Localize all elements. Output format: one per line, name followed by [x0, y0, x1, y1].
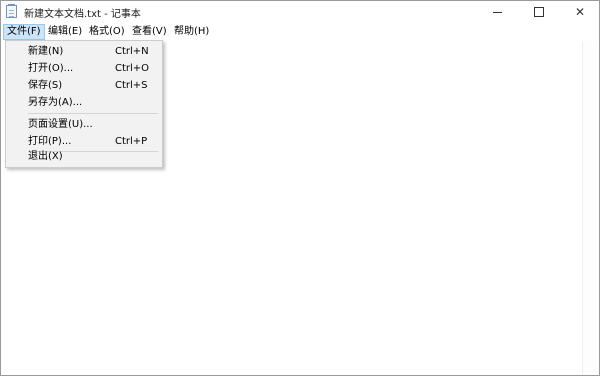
- menu-item-label: 页面设置(U)...: [28, 119, 93, 130]
- menu-item-exit[interactable]: 退出(X): [7, 149, 161, 165]
- minimize-button[interactable]: [480, 1, 514, 23]
- close-button[interactable]: ✕: [563, 1, 597, 23]
- menu-item-save-as[interactable]: 另存为(A)...: [7, 94, 161, 111]
- title-bar[interactable]: 新建文本文档.txt - 记事本 ✕: [1, 1, 599, 23]
- menu-help[interactable]: 帮助(H): [171, 25, 212, 39]
- menu-file[interactable]: 文件(F): [3, 24, 45, 40]
- menu-item-label: 打开(O)...: [28, 63, 74, 74]
- menu-item-label: 保存(S): [28, 80, 63, 91]
- file-menu-dropdown: 新建(N) Ctrl+N 打开(O)... Ctrl+O 保存(S) Ctrl+…: [5, 40, 163, 168]
- menu-item-page-setup[interactable]: 页面设置(U)...: [7, 116, 161, 133]
- menu-item-shortcut: Ctrl+S: [115, 80, 148, 91]
- maximize-button[interactable]: [522, 1, 556, 23]
- menu-item-label: 新建(N): [28, 46, 64, 57]
- notepad-icon: [6, 4, 17, 18]
- menu-item-label: 退出(X): [28, 151, 63, 162]
- menu-edit[interactable]: 编辑(E): [45, 25, 85, 39]
- window-title: 新建文本文档.txt - 记事本: [24, 9, 141, 20]
- menu-item-print[interactable]: 打印(P)... Ctrl+P: [7, 133, 161, 150]
- menu-item-label: 另存为(A)...: [28, 97, 83, 108]
- menu-item-shortcut: Ctrl+N: [115, 46, 149, 57]
- menu-item-shortcut: Ctrl+P: [115, 136, 148, 147]
- menu-view[interactable]: 查看(V): [129, 25, 170, 39]
- menu-item-save[interactable]: 保存(S) Ctrl+S: [7, 77, 161, 94]
- minimize-icon: [492, 11, 502, 13]
- menu-separator: [28, 113, 158, 114]
- menu-format[interactable]: 格式(O): [86, 25, 128, 39]
- maximize-icon: [534, 7, 544, 17]
- menu-item-shortcut: Ctrl+O: [115, 63, 150, 74]
- menu-item-label: 打印(P)...: [28, 136, 72, 147]
- notepad-window: 新建文本文档.txt - 记事本 ✕ 文件(F) 编辑(E) 格式(O) 查看(…: [0, 0, 600, 376]
- menu-item-open[interactable]: 打开(O)... Ctrl+O: [7, 60, 161, 77]
- menu-item-new[interactable]: 新建(N) Ctrl+N: [7, 43, 161, 60]
- vertical-scrollbar[interactable]: [582, 41, 599, 375]
- menu-bar: 文件(F) 编辑(E) 格式(O) 查看(V) 帮助(H): [1, 23, 599, 41]
- close-icon: ✕: [574, 5, 586, 19]
